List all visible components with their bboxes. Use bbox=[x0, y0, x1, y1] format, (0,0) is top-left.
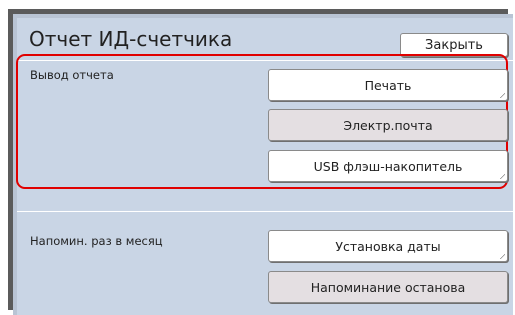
print-button[interactable]: Печать bbox=[268, 69, 508, 101]
corner-grip-icon bbox=[499, 92, 505, 98]
email-button[interactable]: Электр.почта bbox=[268, 109, 508, 141]
page-title: Отчет ИД-счетчика bbox=[29, 27, 233, 51]
print-button-label: Печать bbox=[364, 77, 412, 93]
stop-reminder-button-label: Напоминание останова bbox=[310, 279, 466, 295]
email-button-label: Электр.почта bbox=[343, 117, 433, 133]
corner-grip-icon bbox=[499, 173, 505, 179]
close-button-label: Закрыть bbox=[425, 37, 483, 53]
set-date-button-label: Установка даты bbox=[335, 238, 441, 254]
set-date-button[interactable]: Установка даты bbox=[268, 230, 508, 262]
usb-flash-button-label: USB флэш-накопитель bbox=[313, 158, 463, 174]
report-output-label: Вывод отчета bbox=[30, 68, 114, 82]
section-divider bbox=[17, 211, 513, 212]
corner-grip-icon bbox=[499, 253, 505, 259]
monthly-reminder-label: Напомин. раз в месяц bbox=[30, 234, 163, 248]
stop-reminder-button[interactable]: Напоминание останова bbox=[268, 271, 508, 303]
usb-flash-button[interactable]: USB флэш-накопитель bbox=[268, 150, 508, 182]
